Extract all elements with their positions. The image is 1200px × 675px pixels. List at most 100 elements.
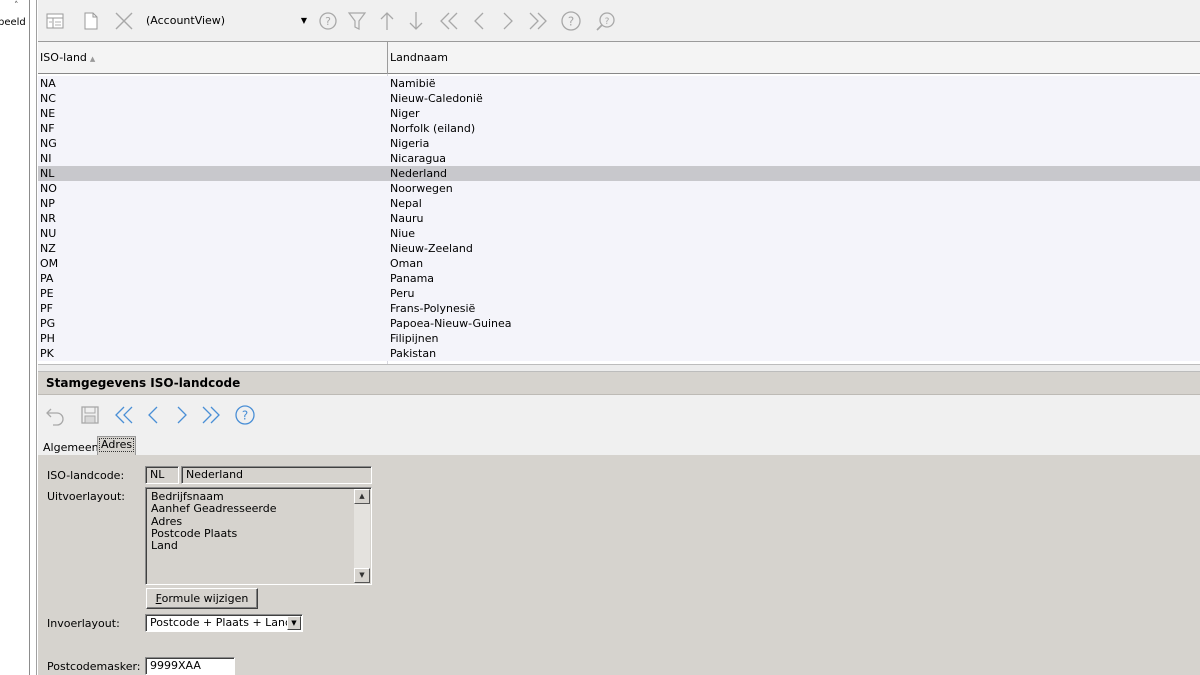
sort-ascending-indicator-icon: ▲ bbox=[89, 55, 96, 63]
next-record-icon[interactable] bbox=[171, 403, 193, 427]
country-name-cell: Peru bbox=[390, 287, 415, 300]
country-name-cell: Nauru bbox=[390, 212, 424, 225]
textarea-scrollbar[interactable]: ▲ ▼ bbox=[354, 489, 370, 583]
first-record-icon[interactable] bbox=[113, 403, 135, 427]
delete-icon[interactable] bbox=[113, 9, 135, 33]
zoom-search-icon[interactable]: ? bbox=[595, 9, 617, 33]
table-row[interactable]: NG Nigeria bbox=[38, 136, 1200, 151]
column-header-iso-land[interactable]: ISO-land ▲ bbox=[38, 42, 388, 74]
table-row[interactable]: NL Nederland bbox=[38, 166, 1200, 181]
tab-algemeen[interactable]: Algemeen bbox=[41, 440, 101, 457]
grid-header: ISO-land ▲ Landnaam bbox=[38, 42, 1200, 74]
column-header-landnaam[interactable]: Landnaam bbox=[388, 42, 1200, 74]
table-row[interactable]: PA Panama bbox=[38, 271, 1200, 286]
table-row[interactable]: NE Niger bbox=[38, 106, 1200, 121]
previous-record-icon[interactable] bbox=[468, 9, 490, 33]
country-name-cell: Filipijnen bbox=[390, 332, 439, 345]
iso-code-cell: NL bbox=[40, 167, 55, 180]
iso-code-cell: NC bbox=[40, 92, 56, 105]
country-name-cell: Oman bbox=[390, 257, 424, 270]
button-label: ormule wijzigen bbox=[161, 592, 249, 605]
country-name-cell: Nigeria bbox=[390, 137, 430, 150]
country-name-cell: Niue bbox=[390, 227, 416, 240]
country-name-cell: Nieuw-Caledonië bbox=[390, 92, 483, 105]
iso-code-cell: PK bbox=[40, 347, 54, 360]
help-icon[interactable]: ? bbox=[234, 403, 256, 427]
save-icon[interactable] bbox=[79, 403, 101, 427]
invoerlayout-value: Postcode + Plaats + Land bbox=[150, 616, 293, 629]
table-row[interactable]: NU Niue bbox=[38, 226, 1200, 241]
next-record-icon[interactable] bbox=[497, 9, 519, 33]
formule-wijzigen-button[interactable]: Formule wijzigen bbox=[146, 588, 258, 609]
country-name-cell: Norfolk (eiland) bbox=[390, 122, 476, 135]
view-selector[interactable]: (AccountView) ▼ bbox=[146, 11, 307, 31]
table-row[interactable]: NO Noorwegen bbox=[38, 181, 1200, 196]
uitvoerlayout-label: Uitvoerlayout: bbox=[47, 490, 125, 503]
table-row[interactable]: NZ Nieuw-Zeeland bbox=[38, 241, 1200, 256]
tab-adres[interactable]: Adres bbox=[97, 436, 137, 455]
sort-ascending-icon[interactable] bbox=[376, 9, 398, 33]
grid-body: NA Namibië NC Nieuw-Caledonië NE Niger NF Norfo… bbox=[38, 76, 1200, 361]
new-document-icon[interactable] bbox=[80, 9, 102, 33]
postcodemasker-field[interactable]: 9999XAA bbox=[145, 657, 235, 675]
last-record-icon[interactable] bbox=[200, 403, 222, 427]
iso-code-cell: NF bbox=[40, 122, 55, 135]
table-row[interactable]: PE Peru bbox=[38, 286, 1200, 301]
country-name-cell: Panama bbox=[390, 272, 435, 285]
country-name-cell: Nederland bbox=[390, 167, 448, 180]
iso-code-cell: NA bbox=[40, 77, 56, 90]
undo-icon[interactable] bbox=[44, 403, 66, 427]
left-panel-label[interactable]: beeld bbox=[0, 17, 26, 28]
grid-view-icon[interactable] bbox=[44, 9, 66, 33]
country-name-cell: Pakistan bbox=[390, 347, 437, 360]
iso-code-cell: NG bbox=[40, 137, 57, 150]
country-name-cell: Noorwegen bbox=[390, 182, 453, 195]
dropdown-arrow-icon[interactable]: ▼ bbox=[301, 11, 307, 31]
table-row[interactable]: PG Papoea-Nieuw-Guinea bbox=[38, 316, 1200, 331]
table-row[interactable]: NF Norfolk (eiland) bbox=[38, 121, 1200, 136]
table-row[interactable]: NP Nepal bbox=[38, 196, 1200, 211]
country-name-cell: Nieuw-Zeeland bbox=[390, 242, 473, 255]
last-record-icon[interactable] bbox=[527, 9, 549, 33]
iso-code-cell: NO bbox=[40, 182, 57, 195]
table-row[interactable]: PK Pakistan bbox=[38, 346, 1200, 361]
svg-text:?: ? bbox=[605, 17, 610, 27]
first-record-icon[interactable] bbox=[438, 9, 460, 33]
filter-icon[interactable] bbox=[346, 9, 368, 33]
country-name-field[interactable]: Nederland bbox=[181, 466, 372, 484]
scroll-down-icon[interactable]: ▼ bbox=[354, 568, 370, 583]
postcodemasker-label: Postcodemasker: bbox=[47, 660, 141, 673]
table-row[interactable]: NA Namibië bbox=[38, 76, 1200, 91]
country-name-cell: Niger bbox=[390, 107, 420, 120]
detail-tabs: Algemeen Adres bbox=[38, 435, 1200, 455]
country-name-cell: Namibië bbox=[390, 77, 436, 90]
uitvoerlayout-textarea[interactable]: Bedrijfsnaam Aanhef Geadresseerde Adres Pos… bbox=[145, 487, 372, 585]
dropdown-arrow-icon[interactable]: ▼ bbox=[287, 616, 301, 630]
iso-code-cell: PF bbox=[40, 302, 53, 315]
scroll-up-icon[interactable]: ▲ bbox=[354, 489, 370, 504]
table-row[interactable]: NR Nauru bbox=[38, 211, 1200, 226]
detail-toolbar: ? bbox=[38, 395, 1200, 435]
invoerlayout-select[interactable]: Postcode + Plaats + Land ▼ bbox=[145, 614, 303, 632]
detail-panel-title: Stamgegevens ISO-landcode bbox=[38, 372, 1200, 395]
help-icon[interactable]: ? bbox=[560, 9, 582, 33]
splitter-bar[interactable] bbox=[38, 364, 1200, 372]
search-help-icon[interactable]: ? bbox=[317, 9, 339, 33]
svg-text:?: ? bbox=[242, 409, 248, 423]
collapse-chevron-icon[interactable]: ˄ bbox=[14, 1, 19, 11]
panel-separator[interactable] bbox=[30, 0, 37, 675]
iso-code-cell: NU bbox=[40, 227, 57, 240]
table-row[interactable]: NI Nicaragua bbox=[38, 151, 1200, 166]
table-row[interactable]: OM Oman bbox=[38, 256, 1200, 271]
country-name-cell: Papoea-Nieuw-Guinea bbox=[390, 317, 512, 330]
layout-lines: Bedrijfsnaam Aanhef Geadresseerde Adres Pos… bbox=[151, 490, 277, 552]
table-row[interactable]: PF Frans-Polynesië bbox=[38, 301, 1200, 316]
sort-descending-icon[interactable] bbox=[405, 9, 427, 33]
svg-text:?: ? bbox=[325, 15, 331, 28]
detail-panel: Stamgegevens ISO-landcode ? Algemeen Adr… bbox=[38, 372, 1200, 675]
invoerlayout-label: Invoerlayout: bbox=[47, 617, 120, 630]
previous-record-icon[interactable] bbox=[142, 403, 164, 427]
table-row[interactable]: NC Nieuw-Caledonië bbox=[38, 91, 1200, 106]
iso-code-field[interactable]: NL bbox=[145, 466, 179, 484]
table-row[interactable]: PH Filipijnen bbox=[38, 331, 1200, 346]
